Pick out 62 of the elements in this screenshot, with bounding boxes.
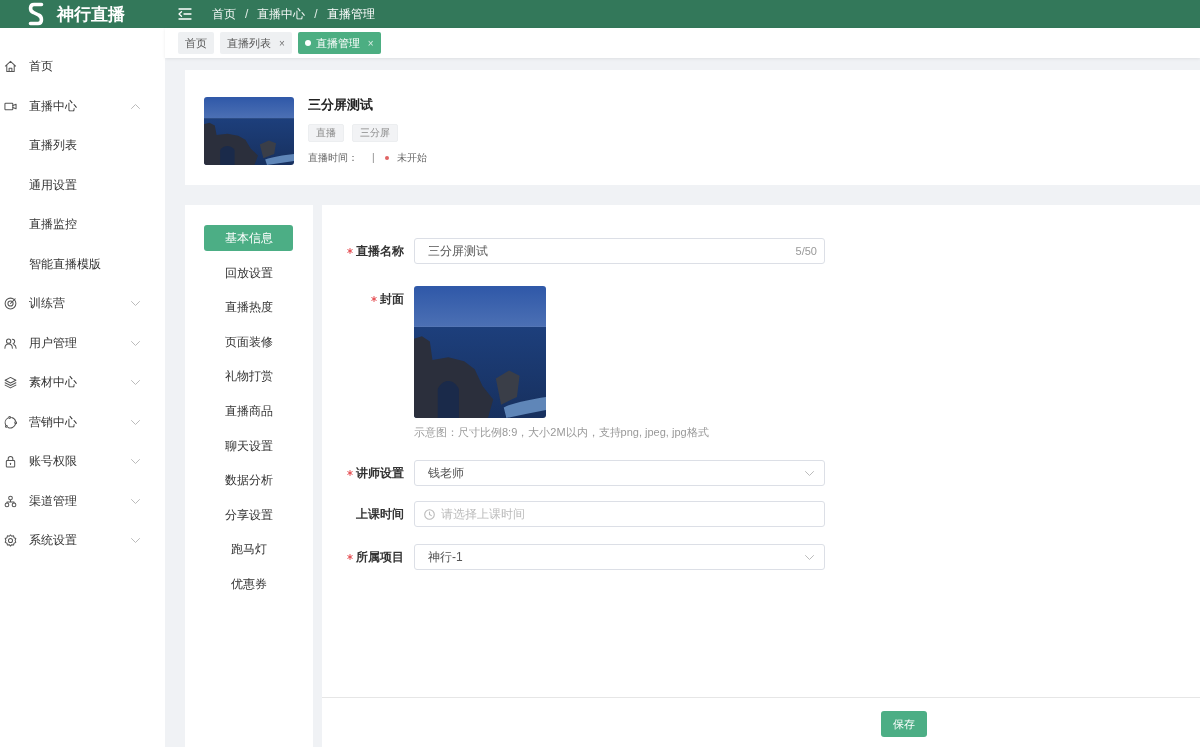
breadcrumb-current: 直播管理 (326, 5, 375, 23)
nodes-icon (4, 494, 17, 508)
tab[interactable]: 直播列表 × (220, 32, 292, 54)
sidebar-subitem[interactable]: 通用设置 (0, 165, 165, 205)
sidebar-subitem[interactable]: 直播列表 (0, 126, 165, 166)
tag: 三分屏 (352, 124, 398, 142)
logo-icon (27, 2, 45, 26)
select-field[interactable]: 钱老师 (414, 460, 825, 486)
settings-menu-item[interactable]: 跑马灯 (204, 536, 293, 563)
time-label: 直播时间： (308, 151, 358, 165)
field-label: 所属项目 (356, 548, 404, 566)
settings-menu-item[interactable]: 分享设置 (204, 501, 293, 528)
upload-hint: 示意图：尺寸比例8:9，大小2M以内，支持png, jpeg, jpg格式 (414, 425, 709, 439)
dot-icon (304, 40, 311, 46)
breadcrumb-link[interactable]: 首页 (212, 5, 236, 23)
character-counter: 5/50 (795, 244, 817, 259)
settings-menu-item[interactable]: 优惠券 (204, 570, 293, 597)
status-dot-icon (384, 156, 389, 160)
tab-close-button[interactable]: × (279, 37, 285, 49)
field-label: 封面 (380, 290, 404, 308)
sidebar-item[interactable]: 营销中心 (0, 402, 165, 442)
sidebar-subitem[interactable]: 智能直播模版 (0, 244, 165, 284)
settings-menu-item[interactable]: 直播热度 (204, 294, 293, 321)
settings-menu-item[interactable]: 直播商品 (204, 397, 293, 424)
status-text: 未开始 (396, 151, 427, 165)
sidebar-item[interactable]: 账号权限 (0, 442, 165, 482)
home-icon (4, 60, 17, 74)
users-icon (4, 336, 17, 350)
field-label: 讲师设置 (356, 464, 404, 482)
field-label: 上课时间 (356, 505, 404, 523)
sidebar-item[interactable]: 系统设置 (0, 521, 165, 561)
sidebar-item[interactable]: 素材中心 (0, 363, 165, 403)
target-icon (4, 297, 17, 311)
chevron-down-icon (805, 554, 814, 560)
breadcrumb-separator: / (314, 7, 318, 21)
tag: 直播 (308, 124, 344, 142)
tab[interactable]: 首页 (178, 32, 214, 54)
cycle-icon (4, 415, 17, 429)
clock-icon (424, 508, 435, 520)
breadcrumb-separator: / (245, 7, 249, 21)
settings-menu-item[interactable]: 数据分析 (204, 467, 293, 494)
layers-icon (4, 376, 17, 390)
separator-text: | (372, 151, 375, 165)
select-field[interactable]: 神行-1 (414, 544, 825, 570)
breadcrumb-link[interactable]: 直播中心 (257, 5, 306, 23)
lock-icon (4, 455, 17, 469)
sidebar-item[interactable]: 训练营 (0, 284, 165, 324)
chevron-down-icon (805, 470, 814, 476)
app-name: 神行直播 (57, 3, 125, 26)
settings-menu-item[interactable]: 页面装修 (204, 328, 293, 355)
settings-icon (4, 534, 17, 548)
live-title: 三分屏测试 (308, 97, 374, 113)
menu-fold-icon[interactable] (178, 8, 192, 20)
settings-menu-item[interactable]: 回放设置 (204, 259, 293, 286)
settings-menu-item[interactable]: 礼物打赏 (204, 363, 293, 390)
field-label: 直播名称 (356, 242, 404, 260)
sidebar-item[interactable]: 用户管理 (0, 323, 165, 363)
sidebar-item[interactable]: 渠道管理 (0, 481, 165, 521)
settings-menu-item[interactable]: 聊天设置 (204, 432, 293, 459)
sidebar-item[interactable]: 直播中心 (0, 86, 165, 126)
sidebar-item[interactable]: 首页 (0, 47, 165, 87)
sidebar-subitem[interactable]: 直播监控 (0, 205, 165, 245)
